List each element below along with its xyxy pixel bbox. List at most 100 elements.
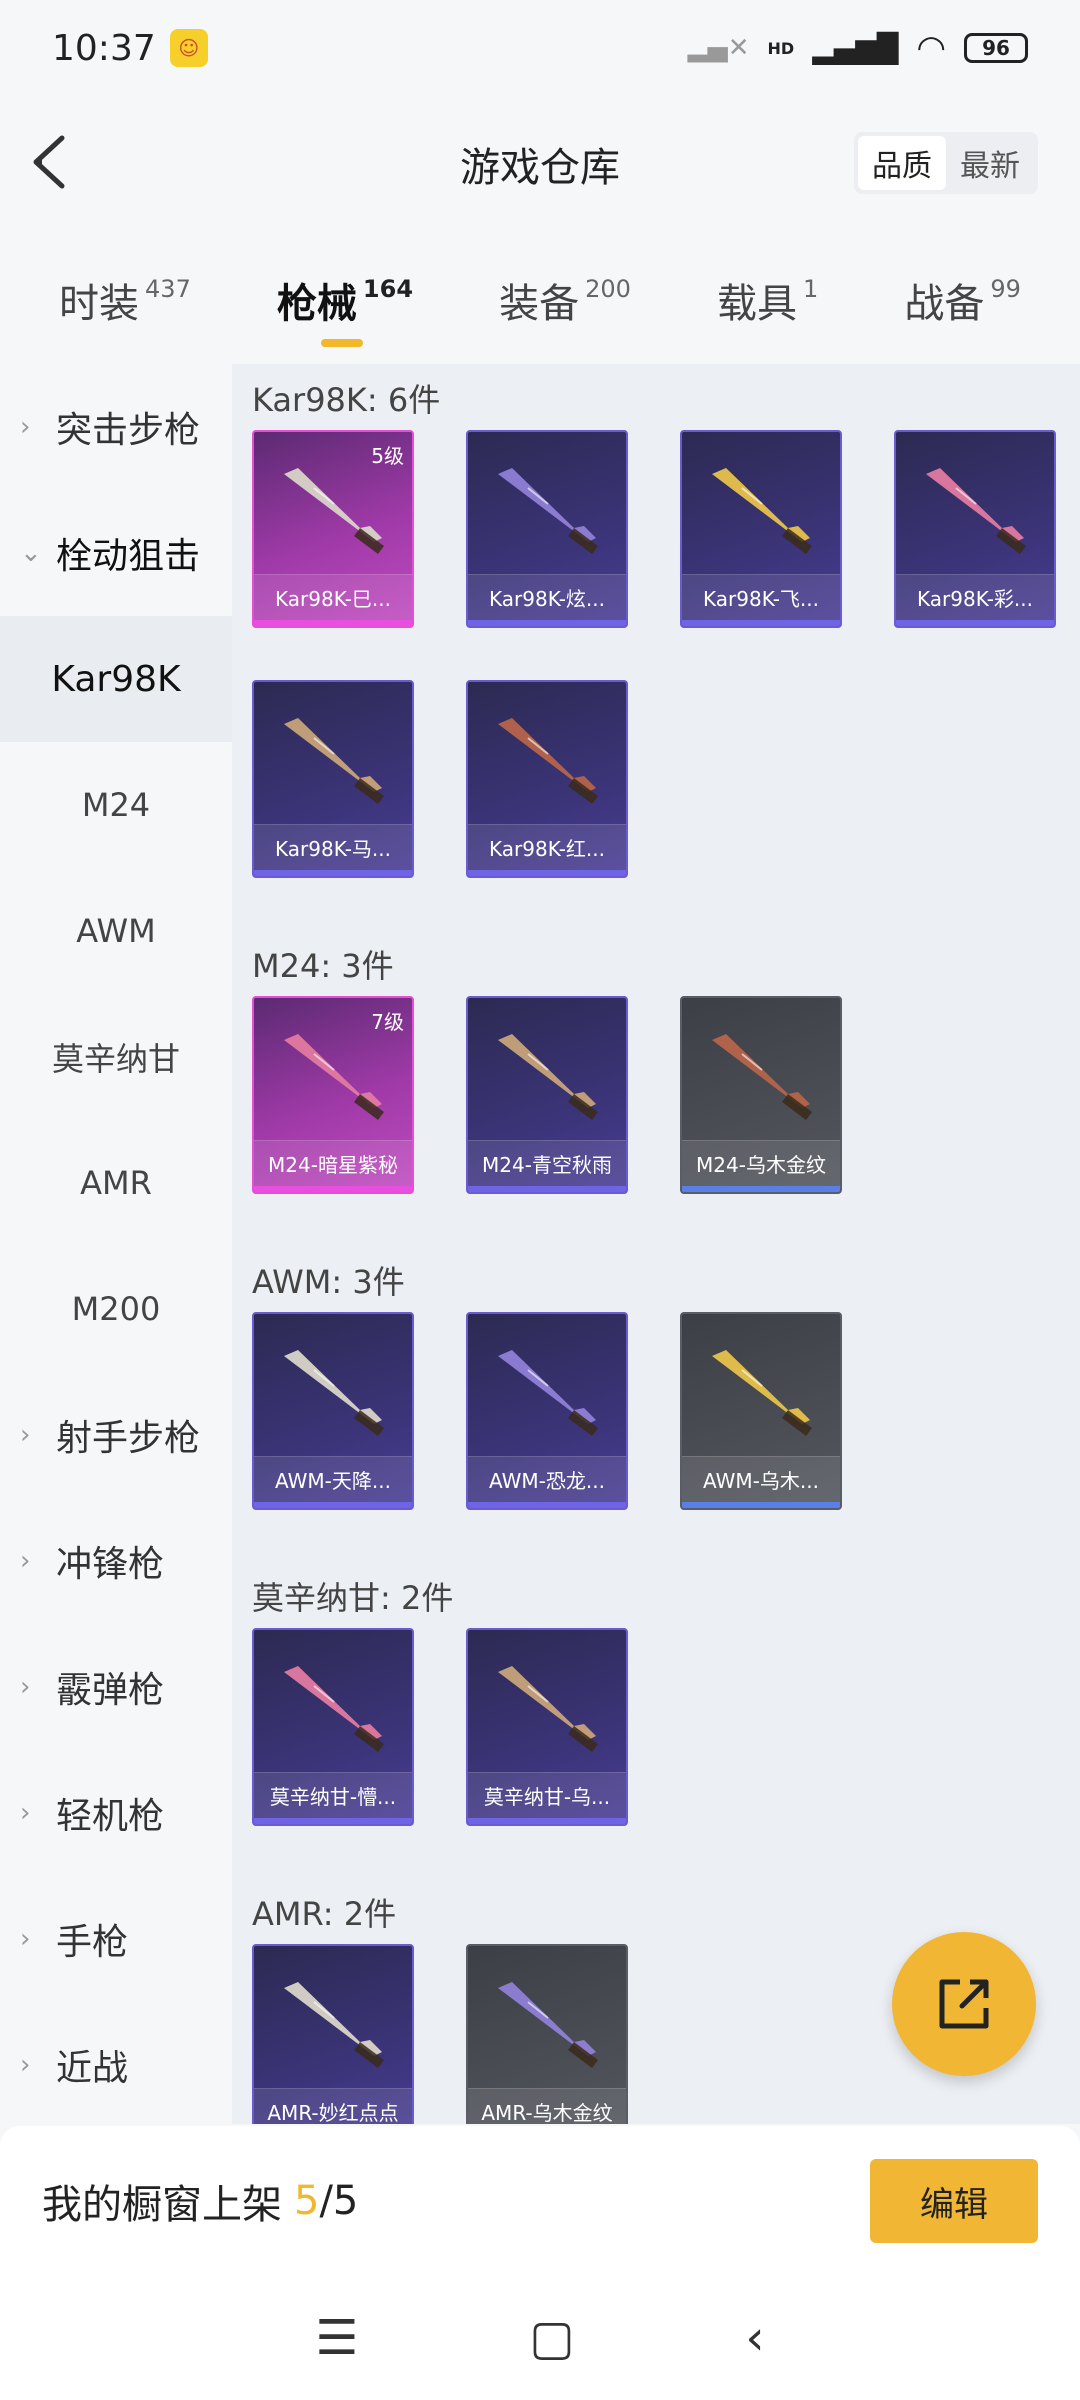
weapon-card[interactable]: AWM-乌木...	[680, 1312, 842, 1510]
tab-guns[interactable]: 枪械 164	[277, 271, 413, 347]
hd-label: HD	[767, 38, 795, 58]
rifle-icon	[498, 1666, 598, 1752]
rarity-bar	[468, 870, 626, 876]
sidebar-item-m200[interactable]: M200	[0, 1246, 232, 1372]
sidebar-item-amr[interactable]: AMR	[0, 1120, 232, 1246]
showcase-bar: 我的橱窗上架 5 /5 编辑	[0, 2126, 1080, 2276]
sidebar-group-lmg[interactable]: › 轻机枪	[0, 1750, 232, 1876]
weapon-card[interactable]: Kar98K-飞...	[680, 430, 842, 628]
tab-vehicles[interactable]: 载具 1	[717, 271, 818, 329]
weapon-card[interactable]: 5级 Kar98K-巳...	[252, 430, 414, 628]
rifle-icon	[284, 1666, 384, 1752]
chevron-right-icon: ›	[20, 1924, 31, 1954]
weapon-card[interactable]: AMR-妙红点点	[252, 1944, 414, 2124]
weapon-grid: AWM-天降... AWM-恐龙... AWM-乌木...	[252, 1312, 1080, 1562]
weapon-card[interactable]: AWM-天降...	[252, 1312, 414, 1510]
weapon-name: Kar98K-红...	[468, 824, 626, 870]
tab-fashion[interactable]: 时装 437	[59, 271, 191, 329]
rarity-bar	[468, 1502, 626, 1508]
sidebar-group-dmr[interactable]: › 射手步枪	[0, 1372, 232, 1498]
page-title: 游戏仓库	[460, 145, 620, 191]
weapon-card[interactable]: AWM-恐龙...	[466, 1312, 628, 1510]
sidebar-group-label: 手枪	[56, 1922, 129, 1963]
sidebar-group-pistol[interactable]: › 手枪	[0, 1876, 232, 2002]
rarity-bar	[254, 1818, 412, 1824]
sidebar-item-m24[interactable]: M24	[0, 742, 232, 868]
weapon-name: M24-乌木金纹	[682, 1140, 840, 1186]
weapon-card[interactable]: Kar98K-马...	[252, 680, 414, 878]
chevron-right-icon: ›	[20, 1420, 31, 1450]
weapon-list[interactable]: Kar98K: 6件 5级 Kar98K-巳... Kar98K-炫... Kar98K…	[232, 364, 1080, 2124]
weapon-name: Kar98K-巳...	[254, 574, 412, 620]
weapon-name: Kar98K-马...	[254, 824, 412, 870]
weapon-grid: 5级 Kar98K-巳... Kar98K-炫... Kar98K-飞... Kar98…	[252, 430, 1080, 930]
chevron-down-icon: ⌄	[20, 538, 42, 568]
weapon-card[interactable]: AMR-乌木金纹	[466, 1944, 628, 2124]
weapon-section: AWM: 3件 AWM-天降... AWM-恐龙... AWM-乌木...	[252, 1246, 1080, 1562]
sidebar-group-label: 轻机枪	[56, 1796, 165, 1837]
weapon-name: AWM-天降...	[254, 1456, 412, 1502]
weapon-section: M24: 3件 7级 M24-暗星紫秘 M24-青空秋雨 M24-乌木金纹	[252, 930, 1080, 1246]
sidebar-group-shotgun[interactable]: › 霰弹枪	[0, 1624, 232, 1750]
home-icon[interactable]: ▢	[529, 2310, 574, 2366]
sidebar-group-melee[interactable]: › 近战	[0, 2002, 232, 2128]
sidebar-group-label: 射手步枪	[56, 1418, 201, 1459]
rarity-bar	[468, 1186, 626, 1192]
weapon-card[interactable]: M24-乌木金纹	[680, 996, 842, 1194]
weapon-sidebar: › 突击步枪 ⌄ 栓动狙击 Kar98K M24 AWM 莫辛纳甘 AMR M2…	[0, 364, 232, 2124]
share-button[interactable]	[892, 1932, 1036, 2076]
sidebar-group-label: 栓动狙击	[56, 536, 201, 577]
header: 游戏仓库 品质 最新	[0, 96, 1080, 232]
tab-equipment[interactable]: 装备 200	[499, 271, 631, 329]
rarity-bar	[682, 1186, 840, 1192]
weapon-name: 莫辛纳甘-乌...	[468, 1772, 626, 1818]
tab-supplies[interactable]: 战备 99	[904, 271, 1021, 329]
sidebar-item-mosin[interactable]: 莫辛纳甘	[0, 994, 232, 1120]
sidebar-group-bolt-sniper[interactable]: ⌄ 栓动狙击	[0, 490, 232, 616]
sidebar-item-awm[interactable]: AWM	[0, 868, 232, 994]
section-title: Kar98K: 6件	[252, 381, 441, 419]
share-icon	[939, 1979, 989, 2029]
rifle-icon	[284, 1034, 384, 1120]
rarity-bar	[254, 1502, 412, 1508]
weapon-name: Kar98K-炫...	[468, 574, 626, 620]
sidebar-group-label: 近战	[56, 2048, 129, 2089]
weapon-name: M24-暗星紫秘	[254, 1140, 412, 1186]
sidebar-group-smg[interactable]: › 冲锋枪	[0, 1498, 232, 1624]
menu-icon[interactable]: ☰	[315, 2310, 358, 2366]
weapon-card[interactable]: 莫辛纳甘-乌...	[466, 1628, 628, 1826]
status-bar: 10:37 ☺ ▂▄✕ HD ▂▄▆█ ◠ 96	[0, 0, 1080, 96]
signal-off-icon: ▂▄✕	[687, 33, 750, 63]
weapon-card[interactable]: 莫辛纳甘-懵...	[252, 1628, 414, 1826]
weapon-level: 5级	[371, 444, 404, 468]
weapon-card[interactable]: M24-青空秋雨	[466, 996, 628, 1194]
weapon-card[interactable]: Kar98K-炫...	[466, 430, 628, 628]
chevron-right-icon: ›	[20, 1546, 31, 1576]
sidebar-group-assault-rifle[interactable]: › 突击步枪	[0, 364, 232, 490]
rifle-icon	[284, 718, 384, 804]
rifle-icon	[712, 1350, 812, 1436]
weapon-grid: 7级 M24-暗星紫秘 M24-青空秋雨 M24-乌木金纹	[252, 996, 1080, 1246]
tab-count: 99	[990, 275, 1021, 303]
weapon-card[interactable]: 7级 M24-暗星紫秘	[252, 996, 414, 1194]
weapon-section: 莫辛纳甘: 2件 莫辛纳甘-懵... 莫辛纳甘-乌...	[252, 1562, 1080, 1878]
back-arrow-icon	[33, 135, 65, 189]
rifle-icon	[284, 468, 384, 554]
showcase-current-count: 5	[294, 2178, 320, 2224]
back-button[interactable]	[22, 130, 86, 194]
edit-button[interactable]: 编辑	[870, 2159, 1038, 2243]
rifle-icon	[926, 468, 1026, 554]
chevron-right-icon: ›	[20, 1672, 31, 1702]
rifle-icon	[498, 1350, 598, 1436]
sidebar-item-kar98k[interactable]: Kar98K	[0, 616, 232, 742]
weapon-name: AWM-乌木...	[682, 1456, 840, 1502]
rarity-bar	[254, 1186, 412, 1192]
weapon-card[interactable]: Kar98K-彩...	[894, 430, 1056, 628]
status-time: 10:37	[52, 27, 156, 69]
rarity-bar	[468, 1818, 626, 1824]
sort-newest-button[interactable]: 最新	[946, 136, 1034, 190]
section-title: M24: 3件	[252, 947, 394, 985]
sort-quality-button[interactable]: 品质	[858, 136, 946, 190]
back-icon[interactable]: ‹	[745, 2310, 764, 2366]
weapon-card[interactable]: Kar98K-红...	[466, 680, 628, 878]
